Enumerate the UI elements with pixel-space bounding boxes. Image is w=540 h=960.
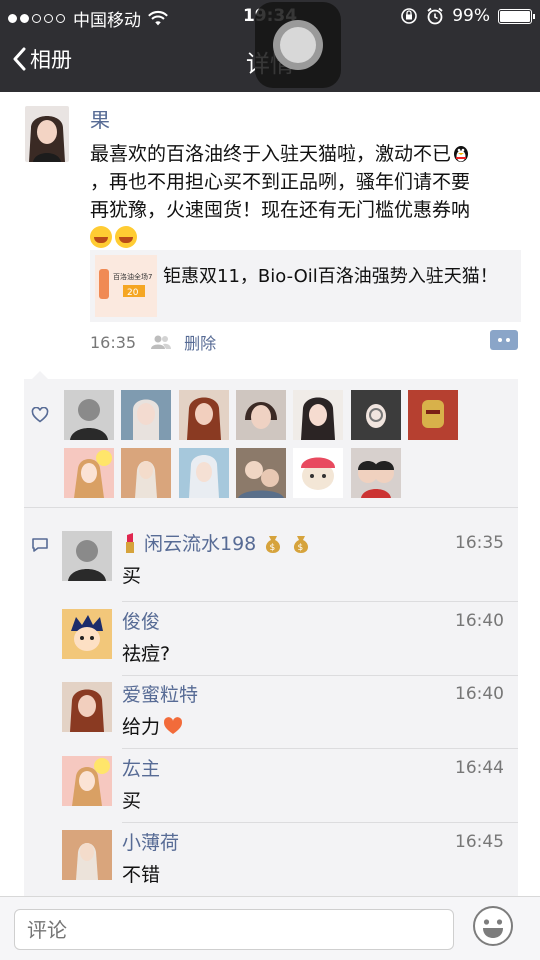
commenter-name[interactable]: 厷主 — [122, 754, 160, 781]
comment-time: 16:44 — [455, 758, 504, 778]
comment-like-menu-button[interactable] — [490, 330, 518, 350]
comment-text: 给力 — [122, 716, 161, 738]
battery-icon — [498, 8, 535, 24]
grinning-emoji-icon — [90, 226, 112, 248]
comment-bubble-icon — [32, 538, 48, 552]
battery-percent: 99% — [452, 6, 490, 26]
commenter-name[interactable]: 爱蜜粒特 — [122, 680, 198, 707]
liker-avatar[interactable] — [236, 448, 286, 498]
comment-divider — [122, 822, 518, 823]
commenter-avatar[interactable] — [62, 682, 112, 732]
author-name[interactable]: 果 — [90, 104, 110, 133]
liker-avatar[interactable] — [179, 448, 229, 498]
liker-avatar[interactable] — [121, 390, 171, 440]
grinning-emoji-icon — [115, 226, 137, 248]
comment-item[interactable]: 小薄荷 16:45 不错 — [62, 830, 504, 896]
comment-item[interactable]: 闲云流水198 $ $ 16:35 买 — [62, 531, 504, 601]
thumb-text: 百洛油全场7 — [113, 272, 152, 281]
likes-divider — [24, 507, 518, 508]
comment-item[interactable]: 俊俊 16:40 祛痘? — [62, 609, 504, 679]
comment-input[interactable] — [14, 909, 454, 950]
money-bag-icon: $ — [266, 535, 281, 553]
top-bar: 中国移动 19:34 99% — [0, 0, 540, 92]
liker-avatar[interactable] — [293, 448, 343, 498]
assistive-touch-button[interactable] — [255, 2, 341, 88]
comment-time: 16:40 — [455, 611, 504, 631]
heart-emoji-icon — [163, 716, 183, 734]
post-text-line: 最喜欢的百洛油终于入驻天猫啦，激动不已 — [90, 143, 452, 165]
commenter-name-row: 厷主 — [122, 754, 160, 781]
emoji-button[interactable] — [472, 905, 514, 947]
comment-time: 16:40 — [455, 684, 504, 704]
comment-divider — [122, 601, 518, 602]
visibility-people-icon[interactable] — [150, 334, 172, 350]
money-bag-icon: $ — [294, 535, 309, 553]
comment-item[interactable]: 爱蜜粒特 16:40 给力 — [62, 682, 504, 752]
post-meta: 16:35 删除 — [90, 330, 216, 354]
comment-text: 买 — [122, 565, 142, 587]
liker-avatar[interactable] — [179, 390, 229, 440]
svg-text:$: $ — [270, 543, 276, 553]
comment-text-row: 给力 — [122, 712, 184, 739]
comment-input-bar — [0, 896, 540, 960]
svg-text:$: $ — [298, 543, 304, 553]
heart-outline-icon — [31, 407, 49, 423]
post-text-line: ，再也不用担心买不到正品咧，骚年们请不要 — [90, 171, 471, 193]
thumb-badge: 20 — [127, 288, 139, 298]
liker-avatar[interactable] — [351, 448, 401, 498]
likes-comments-panel: 闲云流水198 $ $ 16:35 买 俊俊 16:40 祛痘? 爱蜜粒特 16… — [24, 379, 518, 896]
comment-divider — [122, 675, 518, 676]
lipstick-icon — [126, 532, 134, 553]
commenter-avatar[interactable] — [62, 531, 112, 581]
liker-avatar[interactable] — [351, 390, 401, 440]
comment-item[interactable]: 厷主 16:44 买 — [62, 756, 504, 826]
comment-text: 买 — [122, 790, 142, 812]
commenter-avatar[interactable] — [62, 609, 112, 659]
commenter-name[interactable]: 俊俊 — [122, 607, 160, 634]
link-title: 钜惠双11，Bio-Oil百洛油强势入驻天猫！ — [163, 266, 498, 287]
post-text: 最喜欢的百洛油终于入驻天猫啦，激动不已 ，再也不用担心买不到正品咧，骚年们请不要… — [90, 140, 528, 252]
comment-text: 不错 — [122, 864, 161, 886]
commenter-name[interactable]: 小薄荷 — [122, 828, 179, 855]
penguin-emoji-icon — [454, 146, 469, 162]
post-text-line: 再犹豫，火速囤货！现在还有无门槛优惠券呐 — [90, 199, 471, 221]
orientation-lock-icon — [401, 8, 418, 24]
commenter-name-row: 俊俊 — [122, 607, 160, 634]
commenter-name[interactable]: 闲云流水198 — [144, 529, 256, 556]
commenter-name-row: 爱蜜粒特 — [122, 680, 198, 707]
comment-divider — [122, 748, 518, 749]
liker-avatar[interactable] — [408, 390, 458, 440]
liker-avatar[interactable] — [293, 390, 343, 440]
link-thumbnail: 百洛油全场7 20 — [95, 255, 157, 317]
delete-link[interactable]: 删除 — [184, 330, 216, 354]
emoji-row — [90, 224, 528, 252]
commenter-avatar[interactable] — [62, 830, 112, 880]
commenter-name-row: 小薄荷 — [122, 828, 179, 855]
liker-avatar[interactable] — [64, 390, 114, 440]
status-right: 99% — [400, 6, 535, 26]
comment-text: 祛痘? — [122, 643, 171, 665]
comment-time: 16:35 — [455, 533, 504, 553]
post-time: 16:35 — [90, 332, 137, 352]
shared-link-card[interactable]: 百洛油全场7 20 钜惠双11，Bio-Oil百洛油强势入驻天猫！ — [90, 250, 521, 322]
liker-avatar[interactable] — [236, 390, 286, 440]
panel-caret — [32, 371, 48, 379]
commenter-name-row: 闲云流水198 $ $ — [122, 529, 312, 556]
alarm-icon — [427, 7, 443, 25]
liker-avatar[interactable] — [121, 448, 171, 498]
comment-time: 16:45 — [455, 832, 504, 852]
commenter-avatar[interactable] — [62, 756, 112, 806]
liker-avatar[interactable] — [64, 448, 114, 498]
avatar[interactable] — [25, 106, 69, 162]
